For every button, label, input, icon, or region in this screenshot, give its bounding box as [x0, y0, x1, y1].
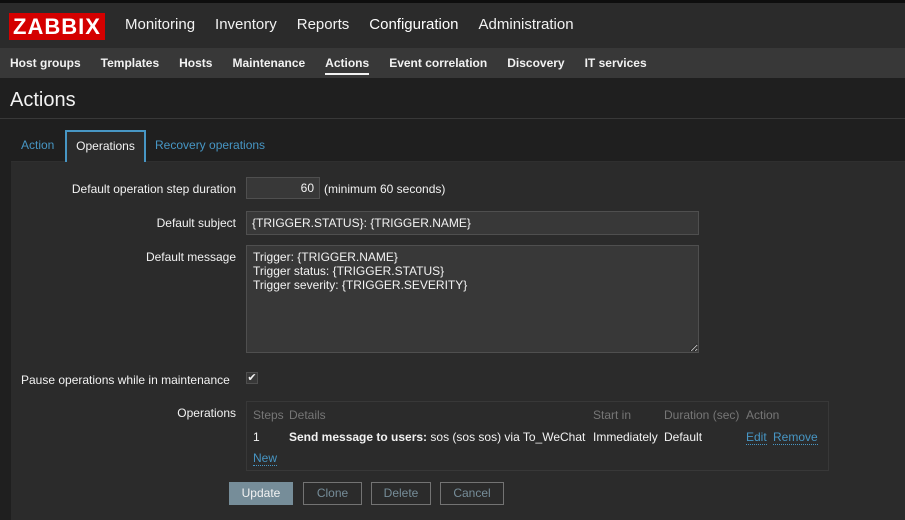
- step-duration-hint: (minimum 60 seconds): [324, 182, 446, 196]
- submenu-host-groups[interactable]: Host groups: [0, 48, 91, 78]
- zabbix-logo[interactable]: ZABBIX: [9, 13, 105, 40]
- submenu-event-correlation[interactable]: Event correlation: [379, 48, 497, 78]
- submenu-hosts[interactable]: Hosts: [169, 48, 222, 78]
- menu-inventory[interactable]: Inventory: [205, 3, 287, 48]
- row-steps: 1: [253, 430, 260, 444]
- operations-table: Steps Details Start in Duration (sec) Ac…: [246, 401, 829, 471]
- header-action: Action: [746, 408, 780, 422]
- clone-button[interactable]: Clone: [303, 482, 362, 505]
- operations-label: Operations: [177, 406, 236, 420]
- top-navigation-bar: ZABBIX Monitoring Inventory Reports Conf…: [0, 0, 905, 48]
- new-operation-link[interactable]: New: [253, 451, 278, 466]
- row-details-action: Send message to users:: [289, 430, 428, 444]
- message-textarea[interactable]: Trigger: {TRIGGER.NAME} Trigger status: …: [246, 245, 699, 353]
- subject-input[interactable]: [246, 211, 699, 235]
- update-button[interactable]: Update: [229, 482, 293, 505]
- form-panel: Default operation step duration (minimum…: [11, 162, 905, 520]
- subject-label: Default subject: [156, 216, 236, 230]
- tab-operations[interactable]: Operations: [65, 130, 146, 162]
- remove-operation-link[interactable]: Remove: [773, 430, 818, 445]
- header-duration: Duration (sec): [664, 408, 740, 422]
- main-menu: Monitoring Inventory Reports Configurati…: [115, 3, 584, 48]
- submenu-discovery[interactable]: Discovery: [497, 48, 574, 78]
- divider: [0, 118, 905, 119]
- header-steps: Steps: [253, 408, 284, 422]
- menu-configuration[interactable]: Configuration: [359, 3, 468, 48]
- menu-administration[interactable]: Administration: [469, 3, 584, 48]
- row-duration: Default: [664, 430, 703, 444]
- tab-action[interactable]: Action: [21, 130, 54, 160]
- tab-bar: Action Operations Recovery operations: [11, 130, 905, 162]
- pause-checkbox[interactable]: ✔: [246, 372, 258, 384]
- page-title: Actions: [10, 89, 76, 111]
- cancel-button[interactable]: Cancel: [440, 482, 504, 505]
- delete-button[interactable]: Delete: [371, 482, 431, 505]
- submenu-it-services[interactable]: IT services: [575, 48, 657, 78]
- row-start-in: Immediately: [593, 430, 658, 444]
- submenu-templates[interactable]: Templates: [91, 48, 169, 78]
- message-label: Default message: [145, 250, 236, 264]
- sub-menu: Host groups Templates Hosts Maintenance …: [0, 48, 905, 78]
- step-duration-label: Default operation step duration: [71, 182, 236, 196]
- row-details-target: sos (sos sos) via To_WeChat: [427, 430, 586, 444]
- submenu-maintenance[interactable]: Maintenance: [222, 48, 315, 78]
- menu-reports[interactable]: Reports: [287, 3, 360, 48]
- header-start-in: Start in: [593, 408, 632, 422]
- row-details: Send message to users: sos (sos sos) via…: [289, 430, 585, 444]
- step-duration-input[interactable]: [246, 177, 320, 199]
- menu-monitoring[interactable]: Monitoring: [115, 3, 205, 48]
- header-details: Details: [289, 408, 326, 422]
- edit-operation-link[interactable]: Edit: [746, 430, 767, 445]
- submenu-actions[interactable]: Actions: [315, 48, 379, 78]
- tab-recovery-operations[interactable]: Recovery operations: [155, 130, 265, 160]
- pause-label: Pause operations while in maintenance: [21, 373, 230, 387]
- checkmark-icon: ✔: [247, 372, 257, 384]
